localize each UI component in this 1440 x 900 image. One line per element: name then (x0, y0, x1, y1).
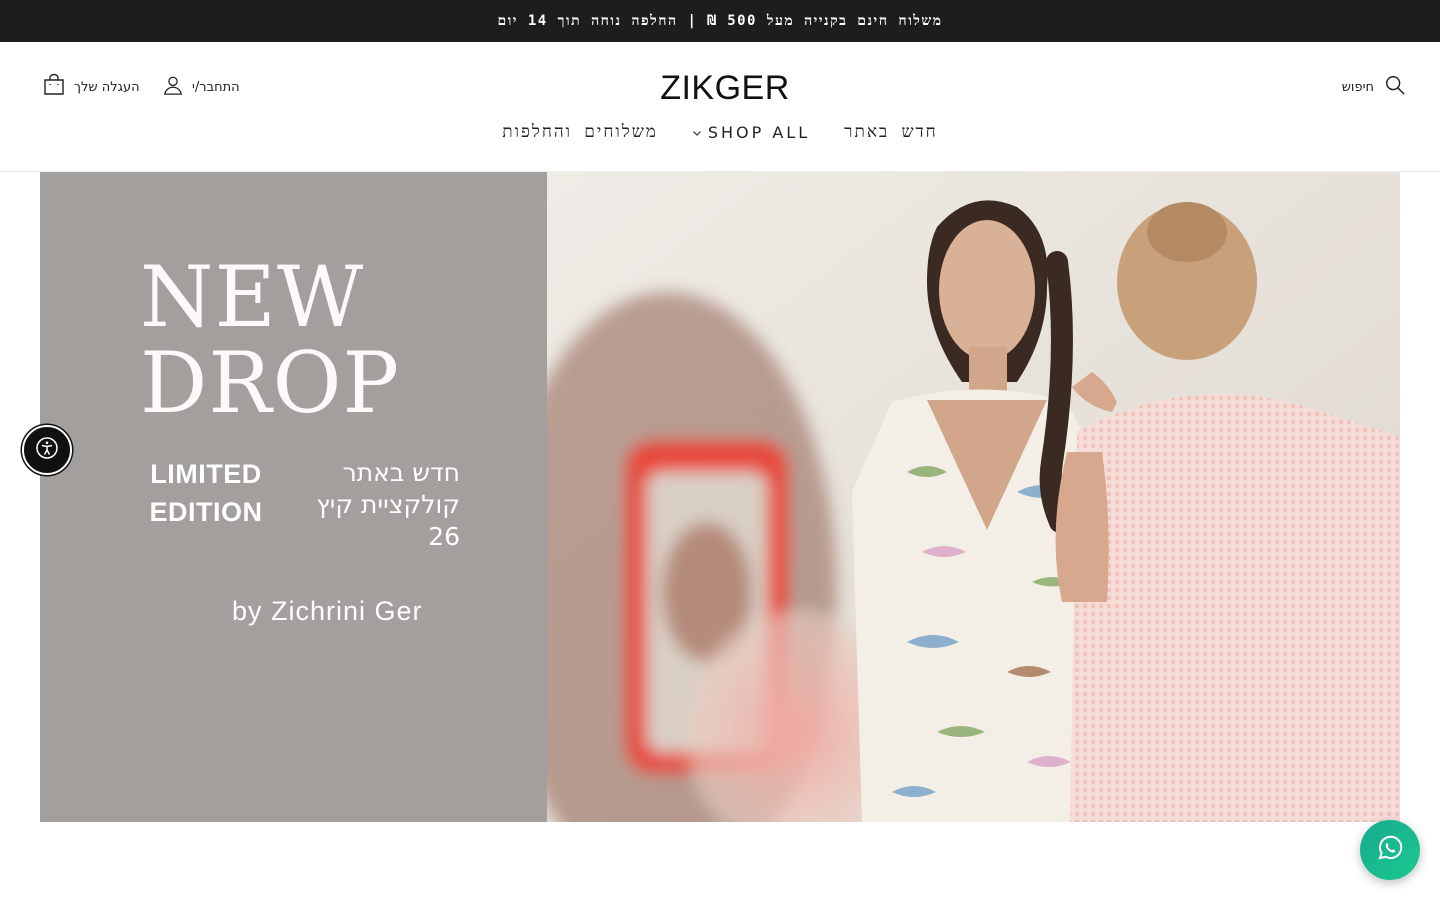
search-icon (1384, 74, 1406, 100)
nav-item-new[interactable]: חדש באתר (842, 122, 940, 142)
hero-headline: NEW DROP (140, 254, 400, 426)
hero-banner[interactable]: NEW DROP LIMITED EDITION חדש באתר קולקצי… (40, 172, 1400, 822)
logo-text: ZIKGER (660, 68, 790, 107)
hebrew-line1: חדש באתר (342, 458, 460, 487)
whatsapp-icon (1375, 833, 1405, 867)
account-link[interactable]: התחבר/י (162, 74, 240, 100)
cart-link[interactable]: העגלה שלך (42, 73, 140, 101)
hero-headline-line1: NEW (140, 248, 365, 346)
nav-item-shipping[interactable]: משלוחים והחלפות (500, 122, 660, 142)
limited-line1: LIMITED (150, 459, 262, 489)
nav-item-shop-all[interactable]: SHOP ALL (690, 123, 812, 142)
hero-text-panel: NEW DROP LIMITED EDITION חדש באתר קולקצי… (40, 172, 547, 822)
cart-label: העגלה שלך (74, 79, 140, 95)
cart-icon (42, 73, 66, 101)
nav-item-label: חדש באתר (844, 122, 938, 142)
hebrew-line2: קולקציית קיץ 26 (316, 490, 460, 551)
accessibility-icon (35, 436, 59, 464)
hero-headline-line2: DROP (140, 334, 400, 432)
user-icon (162, 74, 184, 100)
nav-item-label: משלוחים והחלפות (502, 122, 658, 142)
limited-edition: LIMITED EDITION (146, 455, 266, 531)
site-logo[interactable]: ZIKGER (640, 66, 810, 110)
account-label: התחבר/י (192, 79, 240, 95)
nav-item-label: SHOP ALL (707, 122, 811, 142)
announcement-text: משלוח חינם בקנייה מעל 500 ₪ | החלפה נוחה… (497, 12, 943, 29)
hero-photo-illustration (547, 172, 1400, 822)
search-label: חיפוש (1341, 79, 1374, 95)
hero-photo (547, 172, 1400, 822)
search-link[interactable]: חיפוש (1342, 74, 1406, 100)
hero-hebrew-caption: חדש באתר קולקציית קיץ 26 (280, 457, 460, 553)
accessibility-button[interactable] (22, 425, 72, 475)
hero-byline: by Zichrini Ger (232, 596, 423, 626)
main-nav: חדש באתר SHOP ALL משלוחים והחלפות (0, 118, 1440, 146)
whatsapp-chat-button[interactable] (1360, 820, 1420, 880)
announcement-bar: משלוח חינם בקנייה מעל 500 ₪ | החלפה נוחה… (0, 0, 1440, 42)
site-header: העגלה שלך התחבר/י ZIKGER חיפוש חדש באתר … (0, 42, 1440, 172)
chevron-down-icon (692, 123, 702, 142)
limited-line2: EDITION (149, 497, 263, 527)
